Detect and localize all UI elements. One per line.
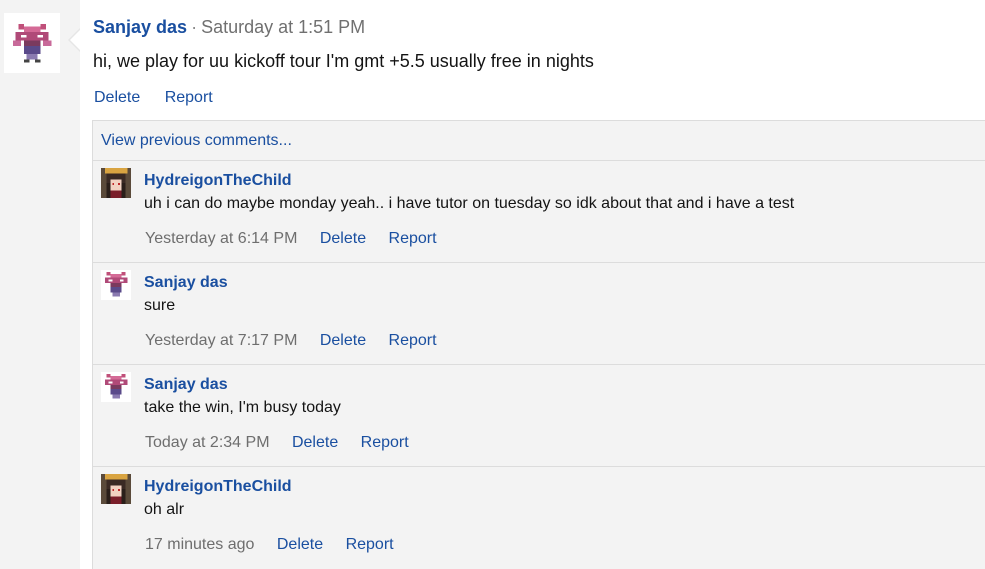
- comment-timestamp[interactable]: Today at 2:34 PM: [145, 434, 270, 451]
- comment-meta: Yesterday at 7:17 PM Delete Report: [145, 331, 455, 351]
- report-post-button[interactable]: Report: [165, 89, 213, 106]
- bubble-pointer: [68, 28, 81, 52]
- comment-item: Sanjay das take the win, I'm busy today …: [93, 364, 985, 466]
- avatar[interactable]: [101, 168, 131, 198]
- report-comment-button[interactable]: Report: [361, 434, 409, 451]
- anime-character-avatar-icon: [101, 474, 131, 504]
- delete-post-button[interactable]: Delete: [94, 89, 140, 106]
- post-text: hi, we play for uu kickoff tour I'm gmt …: [93, 51, 594, 71]
- comment-text: sure: [144, 297, 176, 314]
- comment-timestamp[interactable]: Yesterday at 7:17 PM: [145, 332, 297, 349]
- comment-author-link[interactable]: HydreigonTheChild: [144, 171, 292, 191]
- comment-text: uh i can do maybe monday yeah.. i have t…: [144, 195, 795, 212]
- comment-item: Sanjay das sure Yesterday at 7:17 PM Del…: [93, 262, 985, 364]
- post-author-link[interactable]: Sanjay das: [93, 17, 187, 37]
- post-separator: ·: [191, 17, 198, 37]
- avatar[interactable]: [4, 13, 60, 73]
- pixel-sprite-avatar-icon: [104, 373, 128, 399]
- left-rail: [0, 0, 80, 569]
- post-actions: Delete Report: [94, 88, 233, 108]
- avatar[interactable]: [101, 474, 131, 504]
- comment-text: oh alr: [144, 501, 185, 518]
- comment-meta: Today at 2:34 PM Delete Report: [145, 433, 427, 453]
- delete-comment-button[interactable]: Delete: [320, 332, 366, 349]
- pixel-sprite-avatar-icon: [104, 271, 128, 297]
- delete-comment-button[interactable]: Delete: [292, 434, 338, 451]
- avatar[interactable]: [101, 372, 131, 402]
- comment-item: HydreigonTheChild oh alr 17 minutes ago …: [93, 466, 985, 568]
- comment-meta: 17 minutes ago Delete Report: [145, 535, 412, 555]
- post-timestamp[interactable]: Saturday at 1:51 PM: [201, 17, 365, 37]
- report-comment-button[interactable]: Report: [389, 230, 437, 247]
- pixel-sprite-avatar-icon: [12, 23, 52, 63]
- avatar[interactable]: [101, 270, 131, 300]
- comments-panel: View previous comments... HydreigonTheCh…: [92, 120, 985, 569]
- report-comment-button[interactable]: Report: [389, 332, 437, 349]
- view-previous-comments-link[interactable]: View previous comments...: [101, 131, 292, 151]
- anime-character-avatar-icon: [101, 168, 131, 198]
- delete-comment-button[interactable]: Delete: [277, 536, 323, 553]
- comment-timestamp[interactable]: 17 minutes ago: [145, 536, 254, 553]
- comment-author-link[interactable]: Sanjay das: [144, 375, 228, 395]
- comment-item: HydreigonTheChild uh i can do maybe mond…: [93, 160, 985, 262]
- delete-comment-button[interactable]: Delete: [320, 230, 366, 247]
- comment-timestamp[interactable]: Yesterday at 6:14 PM: [145, 230, 297, 247]
- comment-text: take the win, I'm busy today: [144, 399, 341, 416]
- comment-author-link[interactable]: HydreigonTheChild: [144, 477, 292, 497]
- post-header: Sanjay das · Saturday at 1:51 PM: [93, 15, 365, 39]
- comment-meta: Yesterday at 6:14 PM Delete Report: [145, 229, 455, 249]
- report-comment-button[interactable]: Report: [346, 536, 394, 553]
- comment-author-link[interactable]: Sanjay das: [144, 273, 228, 293]
